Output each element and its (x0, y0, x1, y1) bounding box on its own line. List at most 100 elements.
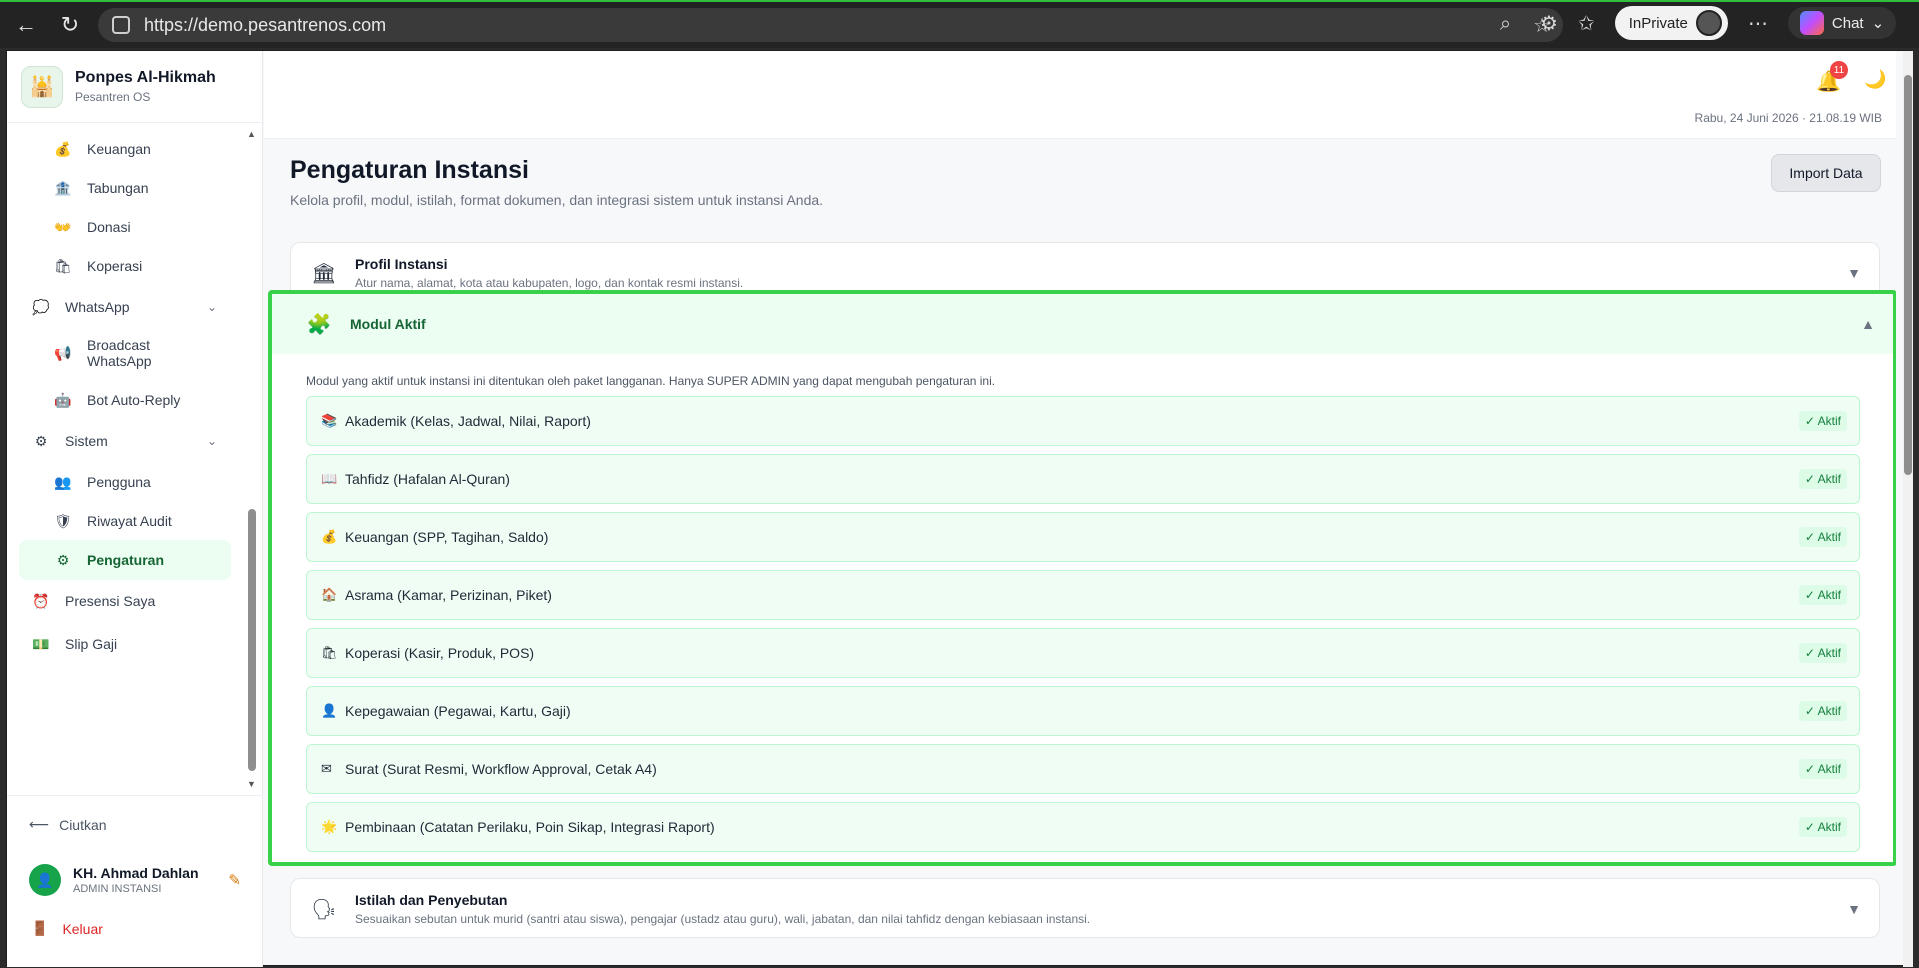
sidebar-scrollbar[interactable]: ▲ ▼ (247, 129, 257, 789)
module-row-asrama: 🏠 Asrama (Kamar, Perizinan, Piket) ✓ Akt… (306, 570, 1860, 620)
module-label: Pembinaan (Catatan Perilaku, Poin Sikap,… (345, 819, 715, 835)
user-profile[interactable]: 👤 KH. Ahmad Dahlan ADMIN INSTANSI ✎ (29, 864, 245, 896)
module-label: Keuangan (SPP, Tagihan, Saldo) (345, 529, 549, 545)
main-content: Pengaturan Instansi Kelola profil, modul… (264, 140, 1896, 967)
collapse-sidebar-button[interactable]: ⟵ Ciutkan (29, 816, 107, 833)
sidebar-item-presensi-saya[interactable]: ⏰ Presensi Saya (7, 581, 243, 621)
sidebar-item-label: Keuangan (87, 141, 151, 157)
page-title: Pengaturan Instansi (290, 156, 529, 184)
module-row-akademik: 📚 Akademik (Kelas, Jadwal, Nilai, Raport… (306, 396, 1860, 446)
brand-name: Ponpes Al-Hikmah (75, 69, 216, 86)
module-label: Akademik (Kelas, Jadwal, Nilai, Raport) (345, 413, 591, 429)
back-icon[interactable]: ← (8, 7, 44, 43)
brand: 🕌 Ponpes Al-Hikmah Pesantren OS (7, 51, 262, 123)
brand-subtitle: Pesantren OS (75, 90, 151, 104)
browser-toolbar: ← ↻ https://demo.pesantrenos.com ⌕ ☆ ⚙ ✩… (0, 0, 1919, 48)
books-icon: 📚 (321, 413, 338, 428)
sidebar-group-whatsapp[interactable]: 💭 WhatsApp ⌄ (7, 287, 243, 327)
collapse-arrow-icon[interactable]: ▲ (1861, 316, 1875, 332)
pencil-icon[interactable]: ✎ (228, 871, 241, 889)
extensions-icon[interactable]: ⚙ (1540, 11, 1558, 36)
sidebar-item-label: Donasi (87, 219, 131, 235)
money-bag-icon: 💰 (321, 529, 338, 544)
sidebar-item-label: Pengaturan (87, 552, 165, 568)
money-bag-icon: 💰 (54, 140, 72, 157)
inprivate-label: InPrivate (1628, 14, 1688, 32)
modul-aktif-title: Modul Aktif (350, 316, 426, 332)
sidebar-scroll-thumb[interactable] (248, 509, 256, 771)
shopping-bags-icon: 🛍 (321, 645, 338, 660)
istilah-desc: Sesuaikan sebutan untuk murid (santri at… (355, 912, 1091, 926)
notification-bell-icon[interactable]: 🔔 11 (1816, 61, 1848, 94)
collapse-label: Ciutkan (59, 816, 107, 833)
banknote-icon: 💵 (32, 635, 50, 652)
sidebar-item-keuangan[interactable]: 💰 Keuangan (7, 129, 243, 169)
bank-icon: 🏦 (54, 179, 72, 196)
zoom-icon[interactable]: ⌕ (1500, 13, 1511, 38)
sidebar-item-pengaturan[interactable]: ⚙ Pengaturan (19, 540, 231, 580)
dark-mode-toggle-icon[interactable]: 🌙 (1864, 69, 1886, 90)
sidebar-item-riwayat-audit[interactable]: 🛡 Riwayat Audit (7, 501, 243, 541)
sidebar-item-donasi[interactable]: 👐 Donasi (7, 207, 243, 247)
modul-aktif-card: 🧩 Modul Aktif ▲ Modul yang aktif untuk i… (268, 290, 1896, 866)
chat-button[interactable]: Chat ⌄ (1787, 7, 1897, 39)
sidebar-item-tabungan[interactable]: 🏦 Tabungan (7, 168, 243, 208)
sidebar-group-sistem[interactable]: ⚙ Sistem ⌄ (7, 421, 243, 461)
import-data-button[interactable]: Import Data (1771, 154, 1881, 192)
chevron-down-icon: ⌄ (206, 300, 217, 314)
status-badge: ✓ Aktif (1798, 759, 1847, 779)
sidebar-item-slip-gaji[interactable]: 💵 Slip Gaji (7, 624, 243, 664)
istilah-header[interactable]: 🗣 Istilah dan Penyebutan Sesuaikan sebut… (291, 879, 1879, 939)
sidebar-item-koperasi[interactable]: 🛍 Koperasi (7, 246, 243, 286)
favorites-icon[interactable]: ✩ (1578, 11, 1595, 36)
address-bar[interactable]: https://demo.pesantrenos.com ⌕ ☆ (98, 8, 1563, 42)
profil-instansi-title: Profil Instansi (355, 256, 448, 272)
status-badge: ✓ Aktif (1798, 469, 1847, 489)
page-scrollbar[interactable] (1903, 51, 1913, 967)
topbar: 🔔 11 🌙 Rabu, 24 Juni 2026 · 21.08.19 WIB (264, 51, 1896, 139)
envelope-icon: ✉ (321, 761, 332, 776)
sidebar-nav: 💰 Keuangan 🏦 Tabungan 👐 Donasi 🛍 Koperas… (7, 129, 243, 789)
chat-label: Chat (1831, 14, 1864, 32)
sidebar-item-label: Tabungan (87, 180, 149, 196)
modul-aktif-note: Modul yang aktif untuk instansi ini dite… (306, 374, 996, 388)
refresh-icon[interactable]: ↻ (52, 7, 88, 43)
sidebar-item-label: WhatsApp (65, 299, 130, 315)
logout-button[interactable]: 🚪 Keluar (31, 920, 103, 937)
sidebar-item-broadcast-whatsapp[interactable]: 📢 Broadcast WhatsApp (7, 329, 243, 377)
house-icon: 🏠 (321, 587, 338, 602)
app-frame: 🕌 Ponpes Al-Hikmah Pesantren OS 💰 Keuang… (6, 50, 1913, 967)
expand-arrow-icon[interactable]: ▼ (1847, 265, 1861, 281)
sidebar-item-pengguna[interactable]: 👥 Pengguna (7, 462, 243, 502)
copilot-icon (1799, 11, 1824, 35)
institution-building-icon: 🏛 (311, 262, 337, 285)
person-icon: 👤 (321, 703, 338, 718)
sidebar-item-label: Bot Auto-Reply (87, 392, 181, 408)
sidebar-item-label: Sistem (65, 433, 108, 449)
sidebar-item-label: Slip Gaji (65, 636, 118, 652)
gear-icon: ⚙ (34, 432, 48, 449)
megaphone-icon: 📢 (54, 345, 72, 361)
module-row-pembinaan: 🌟 Pembinaan (Catatan Perilaku, Poin Sika… (306, 802, 1860, 852)
module-label: Tahfidz (Hafalan Al-Quran) (345, 471, 510, 487)
sidebar-item-label: Pengguna (87, 474, 151, 490)
avatar: 👤 (29, 864, 61, 896)
door-icon: 🚪 (31, 920, 49, 936)
inprivate-badge[interactable]: InPrivate (1614, 6, 1728, 40)
module-row-surat: ✉ Surat (Surat Resmi, Workflow Approval,… (306, 744, 1860, 794)
user-role: ADMIN INSTANSI (73, 883, 162, 895)
puzzle-piece-icon: 🧩 (306, 313, 332, 336)
chevron-down-icon: ⌄ (206, 434, 217, 448)
more-menu-icon[interactable]: ⋯ (1748, 11, 1768, 36)
expand-arrow-icon[interactable]: ▼ (1847, 901, 1861, 917)
scroll-up-icon[interactable]: ▲ (247, 129, 256, 139)
site-info-icon[interactable] (112, 16, 130, 34)
status-badge: ✓ Aktif (1798, 817, 1847, 837)
page-scroll-thumb[interactable] (1904, 75, 1912, 475)
user-name: KH. Ahmad Dahlan (73, 865, 199, 881)
scroll-down-icon[interactable]: ▼ (247, 779, 256, 789)
shopping-bags-icon: 🛍 (54, 257, 72, 274)
profile-avatar (1695, 10, 1722, 36)
sidebar-item-bot-auto-reply[interactable]: 🤖 Bot Auto-Reply (7, 380, 243, 420)
modul-aktif-header[interactable]: 🧩 Modul Aktif ▲ (272, 294, 1893, 354)
